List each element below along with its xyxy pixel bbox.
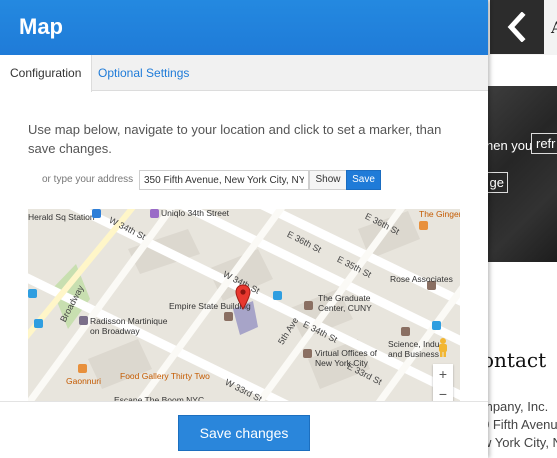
map-place-label: Uniqlo 34th Street <box>161 209 230 218</box>
map-settings-modal: Map Configuration Optional Settings Use … <box>0 0 488 458</box>
save-changes-button[interactable]: Save changes <box>178 415 310 451</box>
map-place-label: Gaonnuri <box>66 376 101 386</box>
background-title-initial: A <box>551 18 557 37</box>
map-place-label: The Ginger Man <box>419 209 460 219</box>
address-input[interactable] <box>139 170 309 190</box>
background-hero-text: hen you <box>486 138 533 153</box>
map-place-label: The Graduate Center, CUNY <box>318 293 372 313</box>
modal-title: Map <box>19 14 63 39</box>
hotel-icon <box>79 316 88 325</box>
show-button[interactable]: Show <box>309 170 347 190</box>
background-address-line: 0 Fifth Avenue <box>482 417 557 432</box>
landmark-icon <box>224 312 233 321</box>
transit-icon <box>432 321 441 330</box>
background-contact-heading: ontact <box>482 348 547 372</box>
tab-optional-settings[interactable]: Optional Settings <box>88 55 199 91</box>
map-place-label: Radisson Martinique on Broadway <box>90 316 168 336</box>
subway-icon <box>92 209 101 218</box>
chevron-left-icon <box>507 12 526 42</box>
background-address-line: w York City, N <box>482 435 557 450</box>
map-place-label: Food Gallery Thirty Two <box>120 371 210 381</box>
map-place-label: Herald Sq Station <box>28 212 95 222</box>
modal-footer: Save changes <box>0 401 488 458</box>
background-refresh-button[interactable]: refr <box>531 133 557 154</box>
tab-configuration[interactable]: Configuration <box>0 55 93 92</box>
map-place-label: Science, Indu and Business <box>388 339 440 359</box>
map-place-label: Virtual Offices of New York City <box>315 348 378 368</box>
save-address-button[interactable]: Save <box>346 170 381 190</box>
shopping-icon <box>150 209 159 218</box>
transit-icon <box>273 291 282 300</box>
map-place-label: Rose Associates <box>390 274 453 284</box>
bar-icon <box>419 221 428 230</box>
background-address-line: mpany, Inc. <box>482 399 549 414</box>
office-icon <box>303 349 312 358</box>
location-marker-icon[interactable] <box>235 284 251 310</box>
zoom-control: + − <box>433 364 453 404</box>
restaurant-icon <box>78 364 87 373</box>
back-button[interactable] <box>490 0 544 54</box>
map-canvas[interactable]: W 34th St W 34th St E 34th St E 35th St … <box>28 209 460 404</box>
modal-header: Map <box>0 0 488 55</box>
map-instructions: Use map below, navigate to your location… <box>28 122 442 156</box>
address-label: or type your address <box>42 174 134 185</box>
transit-icon <box>34 319 43 328</box>
pegman-icon[interactable] <box>436 337 450 357</box>
zoom-in-button[interactable]: + <box>433 364 453 384</box>
transit-icon <box>28 289 37 298</box>
library-icon <box>401 327 410 336</box>
school-icon <box>304 301 313 310</box>
tab-bar: Configuration Optional Settings <box>0 55 488 92</box>
